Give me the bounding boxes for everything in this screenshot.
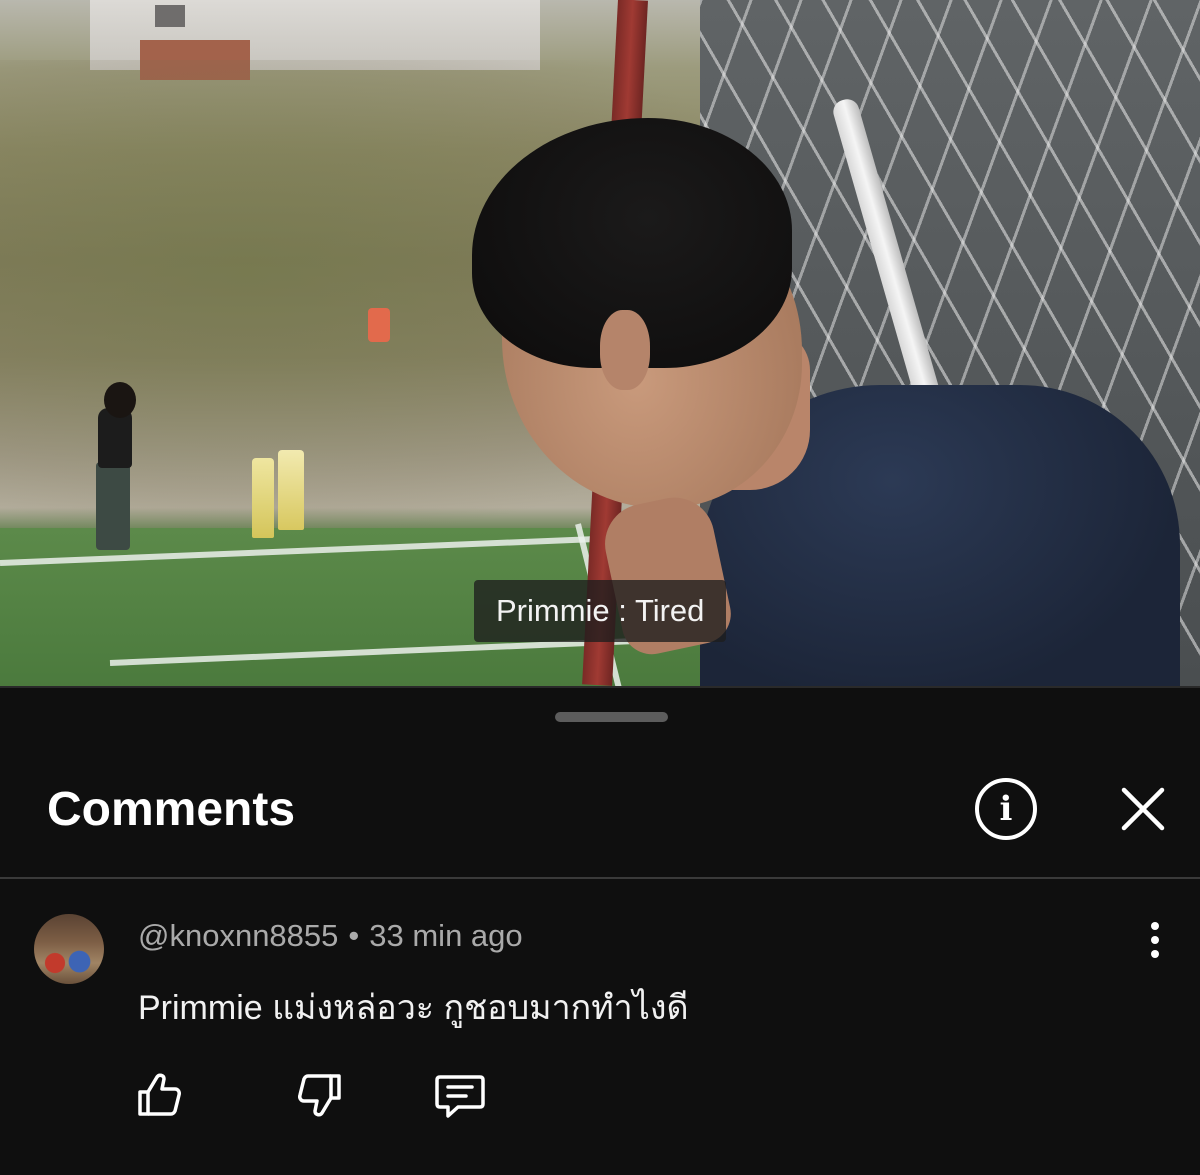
- comment-author[interactable]: @knoxnn8855: [138, 918, 338, 953]
- background-person: [104, 382, 136, 418]
- meta-separator: •: [348, 918, 360, 953]
- cone: [278, 450, 304, 530]
- comment-time: 33 min ago: [369, 918, 523, 953]
- thumbs-up-icon[interactable]: [132, 1068, 186, 1122]
- video-caption: Primmie : Tired: [474, 580, 727, 642]
- orange-marker: [368, 308, 390, 342]
- background-person: [96, 462, 130, 550]
- divider: [0, 877, 1200, 879]
- close-icon[interactable]: [1118, 784, 1168, 834]
- cone: [252, 458, 274, 538]
- reply-icon[interactable]: [433, 1068, 487, 1122]
- comments-sheet: Comments i @knoxnn8855 • 33 min ago Primmi…: [0, 686, 1200, 1175]
- comments-title: Comments: [47, 783, 296, 836]
- thumbs-down-icon[interactable]: [293, 1068, 347, 1122]
- comment-meta: @knoxnn8855 • 33 min ago: [138, 918, 523, 954]
- more-options-icon[interactable]: [1140, 918, 1170, 962]
- background-window: [155, 5, 185, 27]
- video-player[interactable]: Primmie : Tired: [0, 0, 1200, 686]
- drag-handle[interactable]: [555, 712, 668, 722]
- info-icon[interactable]: i: [975, 778, 1037, 840]
- comment-text: Primmie แม่งหล่อวะ กูชอบมากทำไงดี: [138, 989, 689, 1027]
- avatar[interactable]: [34, 914, 104, 984]
- foreground-person-ear: [600, 310, 650, 390]
